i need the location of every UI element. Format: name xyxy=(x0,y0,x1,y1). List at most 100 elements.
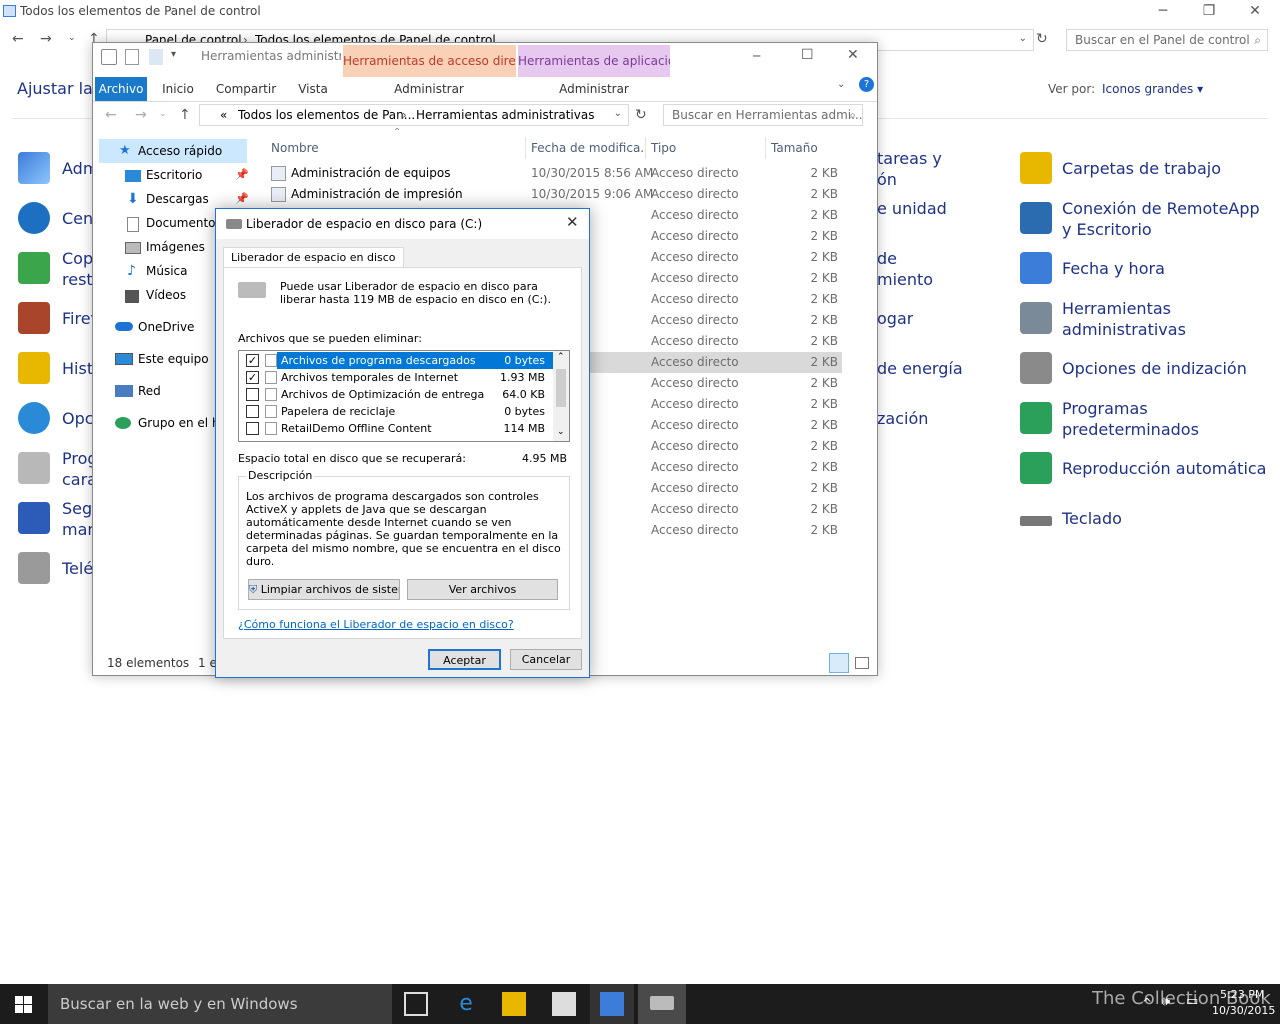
restore-button[interactable]: ❐ xyxy=(1186,0,1232,24)
nav-videos[interactable]: Vídeos xyxy=(146,283,186,307)
cp-item-keyboard[interactable]: Teclado xyxy=(1062,508,1122,529)
column-size[interactable]: Tamaño xyxy=(771,137,818,159)
list-item[interactable]: Papelera de reciclaje 0 bytes xyxy=(241,403,553,420)
properties-icon[interactable] xyxy=(101,49,117,65)
cp-item-admin-tools[interactable]: Herramientas administrativas xyxy=(1062,298,1212,340)
firewall-icon[interactable] xyxy=(18,302,50,334)
maximize-button[interactable]: ☐ xyxy=(801,47,814,63)
large-icons-view-icon[interactable] xyxy=(855,657,869,669)
programs-features-icon[interactable] xyxy=(18,452,50,484)
keyboard-icon[interactable] xyxy=(1020,516,1052,526)
help-link[interactable]: ¿Cómo funciona el Liberador de espacio e… xyxy=(238,618,514,631)
nav-quick-access[interactable]: Acceso rápido xyxy=(138,139,222,163)
column-type[interactable]: Tipo xyxy=(651,137,676,159)
list-item[interactable]: ✓ Archivos de programa descargados 0 bytes xyxy=(241,352,553,369)
minimize-button[interactable]: ─ xyxy=(1140,0,1186,24)
cp-middle-tasks[interactable]: tareas y xyxy=(877,148,942,169)
cp-item-indexing[interactable]: Opciones de indización xyxy=(1062,358,1247,379)
tab-archivo[interactable]: Archivo xyxy=(95,77,147,101)
forward-button[interactable]: → xyxy=(40,31,52,47)
chevron-down-icon[interactable]: ⌄ xyxy=(614,108,622,119)
internet-options-icon[interactable] xyxy=(18,402,50,434)
scroll-thumb[interactable] xyxy=(556,369,566,407)
sync-center-icon[interactable] xyxy=(18,202,50,234)
checkmark-icon[interactable] xyxy=(125,49,139,65)
cp-middle-energy[interactable]: de energía xyxy=(877,358,963,379)
qat-dropdown-icon[interactable]: ▾ xyxy=(171,49,176,60)
column-divider[interactable] xyxy=(525,137,526,159)
view-by-dropdown[interactable]: Iconos grandes ▾ xyxy=(1102,82,1203,96)
search-input[interactable]: Buscar en el Panel de control ⌕ xyxy=(1066,29,1268,51)
pin-icon[interactable]: 📌 xyxy=(235,192,249,205)
forward-button[interactable]: → xyxy=(135,107,147,123)
clean-system-files-button[interactable]: ⛨ Limpiar archivos de sistema xyxy=(248,579,400,600)
up-button[interactable]: ↑ xyxy=(179,107,191,123)
tab-compartir[interactable]: Compartir xyxy=(213,77,279,101)
security-flag-icon[interactable] xyxy=(18,502,50,534)
cp-middle-miento[interactable]: miento xyxy=(877,269,933,290)
edge-icon[interactable]: e xyxy=(454,992,478,1016)
file-explorer-icon[interactable] xyxy=(502,992,526,1016)
start-button[interactable] xyxy=(15,996,32,1013)
checkbox[interactable]: ✓ xyxy=(246,371,259,384)
list-item[interactable]: ✓ Archivos temporales de Internet 1.93 MB xyxy=(241,369,553,386)
calendar-clock-icon[interactable] xyxy=(1020,252,1052,284)
nav-music[interactable]: Música xyxy=(146,259,188,283)
nav-network[interactable]: Red xyxy=(138,379,161,403)
file-history-icon[interactable] xyxy=(18,352,50,384)
cp-middle-zacion[interactable]: zación xyxy=(877,408,928,429)
tab-inicio[interactable]: Inicio xyxy=(153,77,203,101)
ok-button[interactable]: Aceptar xyxy=(428,649,501,670)
backup-restore-icon[interactable] xyxy=(18,252,50,284)
search-icon[interactable]: ⌕ xyxy=(849,108,856,123)
tab-administrar-shortcut[interactable]: Administrar xyxy=(363,77,495,101)
column-name[interactable]: Nombre xyxy=(271,137,319,159)
cp-item-work-folders[interactable]: Carpetas de trabajo xyxy=(1062,158,1221,179)
cp-middle-on[interactable]: ón xyxy=(877,169,897,190)
cp-item-date-time[interactable]: Fecha y hora xyxy=(1062,258,1165,279)
column-divider[interactable] xyxy=(645,137,646,159)
admin-tools-icon[interactable] xyxy=(1020,302,1052,334)
close-button[interactable]: ✕ xyxy=(1232,0,1278,24)
column-date[interactable]: Fecha de modifica... xyxy=(531,137,643,159)
breadcrumb-overflow[interactable]: « xyxy=(220,108,227,122)
tab-vista[interactable]: Vista xyxy=(289,77,337,101)
pin-icon[interactable]: 📌 xyxy=(235,168,249,181)
back-button[interactable]: ← xyxy=(105,107,117,123)
nav-this-pc[interactable]: Este equipo xyxy=(138,347,209,371)
files-list[interactable]: ✓ Archivos de programa descargados 0 bytes… xyxy=(238,350,570,442)
nav-onedrive[interactable]: OneDrive xyxy=(138,315,194,339)
cp-item-remoteapp[interactable]: Conexión de RemoteApp y Escritorio xyxy=(1062,198,1272,240)
cp-item-autoplay[interactable]: Reproducción automática xyxy=(1062,458,1266,479)
recent-dropdown[interactable]: ⌄ xyxy=(68,33,76,43)
refresh-icon[interactable]: ↻ xyxy=(635,107,647,123)
cp-middle-unit[interactable]: e unidad xyxy=(877,198,947,219)
table-row[interactable]: Administración de equipos 10/30/2015 8:56… xyxy=(267,163,842,184)
new-folder-icon[interactable] xyxy=(149,49,163,65)
scrollbar[interactable]: ⌃ ⌄ xyxy=(553,351,569,441)
chevron-down-icon[interactable]: ⌄ xyxy=(1019,33,1027,44)
breadcrumb-admin-tools[interactable]: Herramientas administrativas xyxy=(416,108,594,122)
task-view-icon[interactable] xyxy=(404,992,428,1016)
details-view-icon[interactable] xyxy=(829,653,849,673)
refresh-icon[interactable]: ↻ xyxy=(1036,31,1048,47)
help-icon[interactable]: ? xyxy=(859,77,874,92)
folder-icon[interactable] xyxy=(1020,152,1052,184)
cp-item-default-programs[interactable]: Programas predeterminados xyxy=(1062,398,1212,440)
tab-administrar-app[interactable]: Administrar xyxy=(529,77,659,101)
checkbox[interactable] xyxy=(246,422,259,435)
table-row[interactable]: Administración de impresión 10/30/2015 9:… xyxy=(267,184,842,205)
recent-dropdown[interactable]: ⌄ xyxy=(159,109,167,119)
address-bar[interactable]: « Todos los elementos de Pan... › Herram… xyxy=(199,104,629,126)
column-divider[interactable] xyxy=(765,137,766,159)
search-icon[interactable]: ⌕ xyxy=(1254,33,1261,48)
volume-icon[interactable]: 🕪 xyxy=(1162,994,1170,1009)
nav-homegroup[interactable]: Grupo en el ho xyxy=(138,411,216,435)
nav-downloads[interactable]: Descargas xyxy=(146,187,209,211)
tab-disk-cleanup[interactable]: Liberador de espacio en disco xyxy=(223,247,404,268)
scroll-down-icon[interactable]: ⌄ xyxy=(557,427,565,437)
default-programs-icon[interactable] xyxy=(1020,402,1052,434)
clock-date[interactable]: 10/30/2015 xyxy=(1212,1004,1275,1017)
search-input[interactable]: Buscar en Herramientas admi... ⌕ xyxy=(663,104,863,126)
cp-middle-hogar[interactable]: ogar xyxy=(877,308,913,329)
